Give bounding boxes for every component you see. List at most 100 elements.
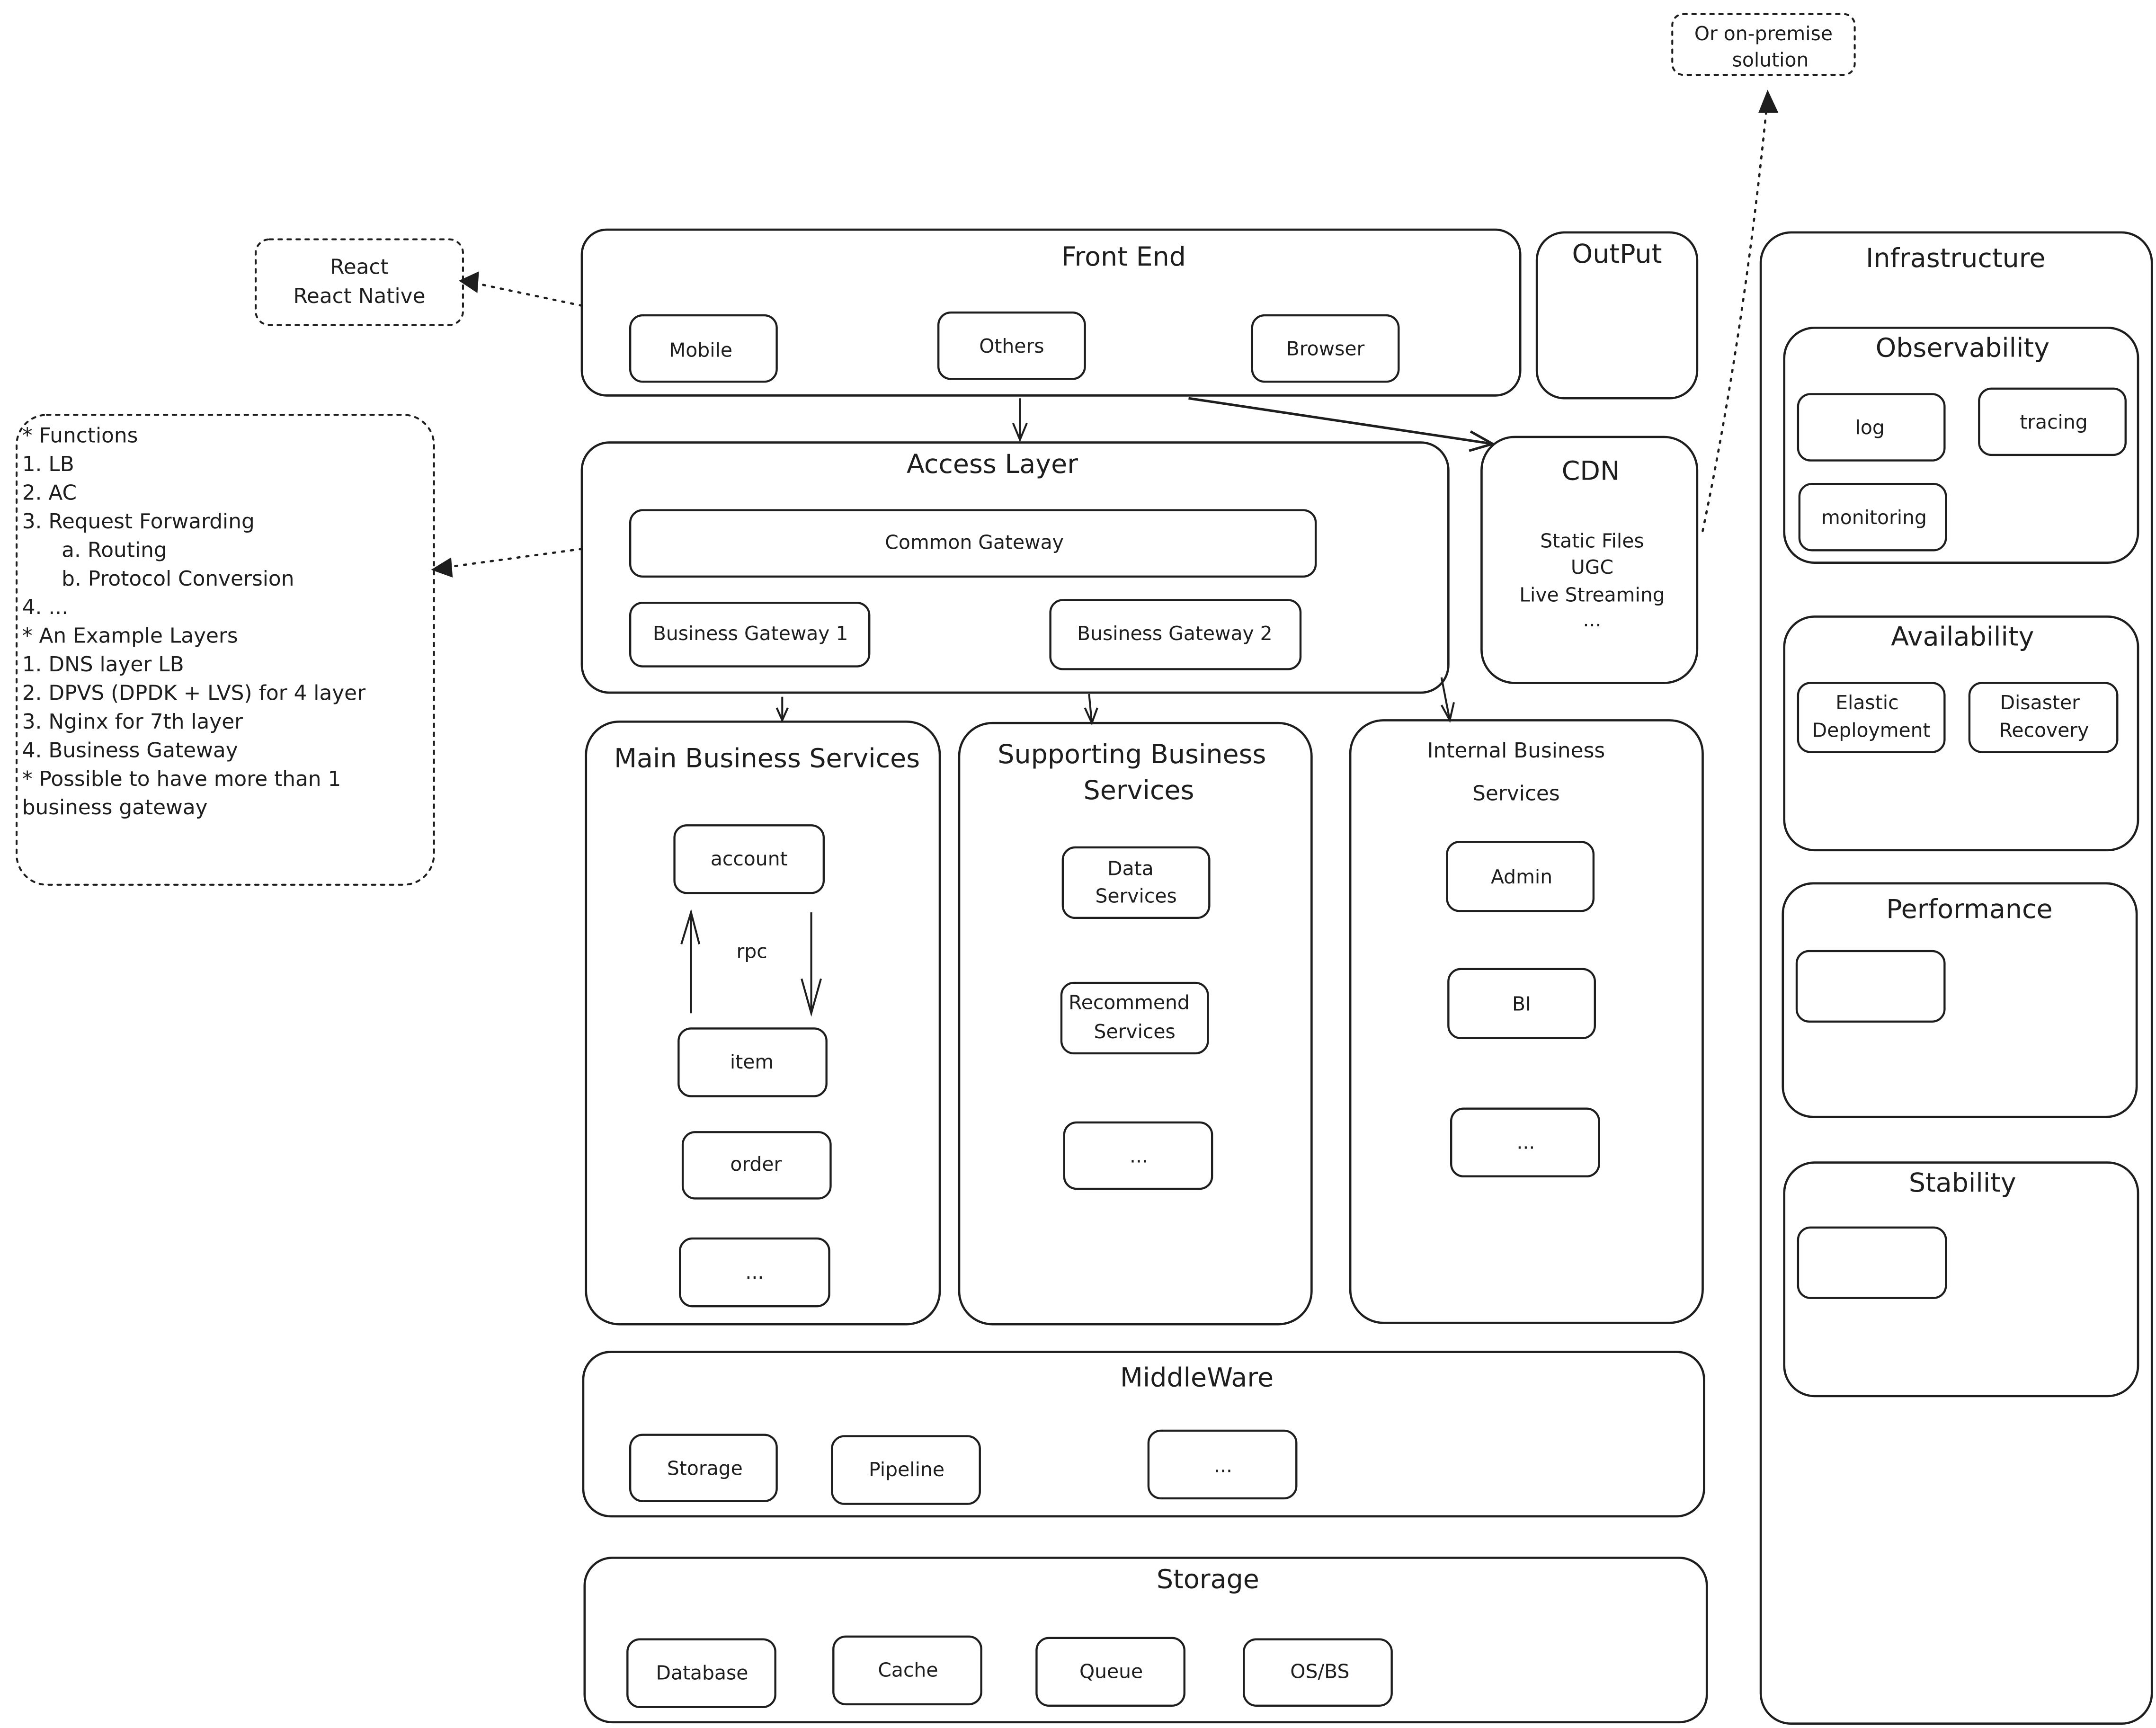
middleware-item-pipeline[interactable]: Pipeline — [831, 1435, 981, 1505]
internal-more-label: ... — [1516, 1131, 1535, 1153]
service-admin[interactable]: Admin — [1446, 841, 1595, 912]
observability-log[interactable]: log — [1797, 393, 1946, 462]
middleware-item-storage[interactable]: Storage — [629, 1434, 778, 1502]
cdn-to-onpremise-arrowhead — [1758, 89, 1779, 113]
on-premise-note-line: solution — [1732, 49, 1809, 71]
main-business-title: Main Business Services — [614, 744, 920, 774]
main-business-frame — [585, 720, 941, 1326]
elastic-deployment-label: Elastic — [1835, 691, 1898, 714]
frontend-to-cdn-arrow — [1188, 397, 1493, 445]
middleware-item-more[interactable]: ... — [1147, 1429, 1298, 1500]
observability-tracing[interactable]: tracing — [1978, 387, 2127, 456]
note-line: 4. ... — [22, 595, 68, 619]
infrastructure-column: Infrastructure Observability log tracing… — [1759, 231, 2153, 1725]
disaster-recovery-label: Disaster — [2000, 691, 2080, 714]
storage-item-queue[interactable]: Queue — [1035, 1637, 1185, 1707]
internal-business-title: Services — [1472, 782, 1560, 806]
business-gateway-1[interactable]: Business Gateway 1 — [629, 602, 871, 668]
output-title: OutPut — [1572, 239, 1662, 269]
database-label: Database — [656, 1661, 748, 1684]
note-line: b. Protocol Conversion — [22, 567, 294, 591]
performance-empty-box[interactable] — [1795, 950, 1946, 1023]
front-end-layer: Front End Mobile Others Browser — [580, 228, 1522, 397]
cache-label: Cache — [878, 1659, 938, 1682]
supporting-business-services: Supporting Business Services Data Servic… — [958, 721, 1313, 1326]
performance-title: Performance — [1886, 894, 2052, 925]
observability-monitoring[interactable]: monitoring — [1798, 483, 1947, 552]
output-box[interactable]: OutPut — [1535, 231, 1699, 400]
cdn-title: CDN — [1562, 456, 1620, 486]
service-supporting-more[interactable]: ... — [1063, 1121, 1213, 1190]
note-line: a. Routing — [22, 538, 167, 562]
service-bi[interactable]: BI — [1447, 968, 1596, 1040]
cdn-item: ... — [1583, 608, 1601, 631]
react-note-frame — [255, 238, 464, 326]
others-label: Others — [979, 335, 1044, 357]
architecture-diagram: React React Native Or on-premise solutio… — [15, 13, 2153, 1725]
internal-business-title: Internal Business — [1427, 739, 1605, 763]
account-label: account — [711, 847, 788, 870]
common-gateway[interactable]: Common Gateway — [629, 509, 1317, 578]
note-line: * Possible to have more than 1 — [22, 767, 341, 791]
note-line: * An Example Layers — [22, 624, 238, 648]
infra-group-availability: Availability Elastic Deployment Disaster… — [1783, 615, 2139, 852]
access-functions-note: * Functions 1. LB 2. AC 3. Request Forwardi… — [15, 414, 435, 886]
service-account[interactable]: account — [673, 824, 825, 894]
on-premise-note: Or on-premise solution — [1671, 13, 1856, 76]
pipeline-label: Pipeline — [869, 1458, 944, 1481]
front-end-title: Front End — [1061, 242, 1186, 272]
service-data-services[interactable]: Data Services — [1061, 846, 1211, 919]
queue-label: Queue — [1079, 1660, 1143, 1683]
note-line: 2. DPVS (DPDK + LVS) for 4 layer — [22, 681, 365, 705]
react-note: React React Native — [255, 238, 464, 326]
front-end-item-mobile[interactable]: Mobile — [629, 314, 778, 383]
note-line: 4. Business Gateway — [22, 738, 238, 762]
cdn-item: Live Streaming — [1519, 583, 1665, 606]
storage-item-osbs[interactable]: OS/BS — [1243, 1638, 1393, 1707]
recommend-services-label: Services — [1094, 1020, 1176, 1043]
frontend-to-react-arrow — [475, 282, 583, 307]
access-layer-title: Access Layer — [907, 449, 1078, 480]
order-label: order — [730, 1153, 782, 1176]
mobile-label: Mobile — [669, 339, 732, 362]
business-gateway-1-label: Business Gateway 1 — [653, 622, 848, 645]
note-line: 3. Request Forwarding — [22, 509, 255, 534]
middleware-more-label: ... — [1214, 1454, 1232, 1477]
observability-title: Observability — [1876, 333, 2049, 364]
main-business-services: Main Business Services account rpc item … — [585, 720, 941, 1326]
storage-title: Storage — [1157, 1565, 1259, 1595]
service-internal-more[interactable]: ... — [1450, 1107, 1600, 1177]
storage-item-cache[interactable]: Cache — [832, 1635, 982, 1706]
front-end-item-browser[interactable]: Browser — [1251, 314, 1400, 383]
availability-disaster-recovery[interactable]: Disaster Recovery — [1968, 682, 2119, 753]
internal-business-services: Internal Business Services Admin BI ... — [1349, 719, 1704, 1324]
infra-group-performance: Performance — [1782, 882, 2138, 1118]
react-note-line: React — [330, 255, 388, 279]
data-services-label: Data — [1107, 857, 1154, 880]
availability-elastic-deployment[interactable]: Elastic Deployment — [1797, 682, 1946, 753]
common-gateway-label: Common Gateway — [885, 531, 1064, 553]
service-item[interactable]: item — [677, 1027, 828, 1097]
front-end-item-others[interactable]: Others — [937, 312, 1086, 380]
react-note-line: React Native — [293, 284, 425, 308]
note-line: 1. DNS layer LB — [22, 652, 184, 677]
stability-title: Stability — [1909, 1168, 2016, 1198]
note-line: 1. LB — [22, 452, 74, 476]
cdn-box[interactable]: CDN Static Files UGC Live Streaming ... — [1480, 436, 1699, 684]
item-label: item — [730, 1051, 774, 1073]
service-order[interactable]: order — [681, 1131, 832, 1200]
service-more[interactable]: ... — [679, 1237, 830, 1308]
business-gateway-2[interactable]: Business Gateway 2 — [1049, 599, 1302, 670]
supporting-business-title: Services — [1084, 775, 1194, 806]
business-gateway-2-label: Business Gateway 2 — [1077, 622, 1273, 645]
stability-empty-box[interactable] — [1797, 1226, 1947, 1299]
browser-label: Browser — [1286, 338, 1365, 360]
service-recommend[interactable]: Recommend Services — [1060, 981, 1209, 1055]
access-to-note-arrowhead — [431, 557, 453, 578]
storage-item-database[interactable]: Database — [626, 1638, 776, 1708]
cdn-item: Static Files — [1540, 529, 1644, 552]
rpc-label: rpc — [736, 940, 767, 963]
cdn-to-onpremise-arrow — [1702, 109, 1768, 532]
note-line: * Functions — [22, 424, 138, 448]
elastic-deployment-label: Deployment — [1812, 719, 1931, 741]
